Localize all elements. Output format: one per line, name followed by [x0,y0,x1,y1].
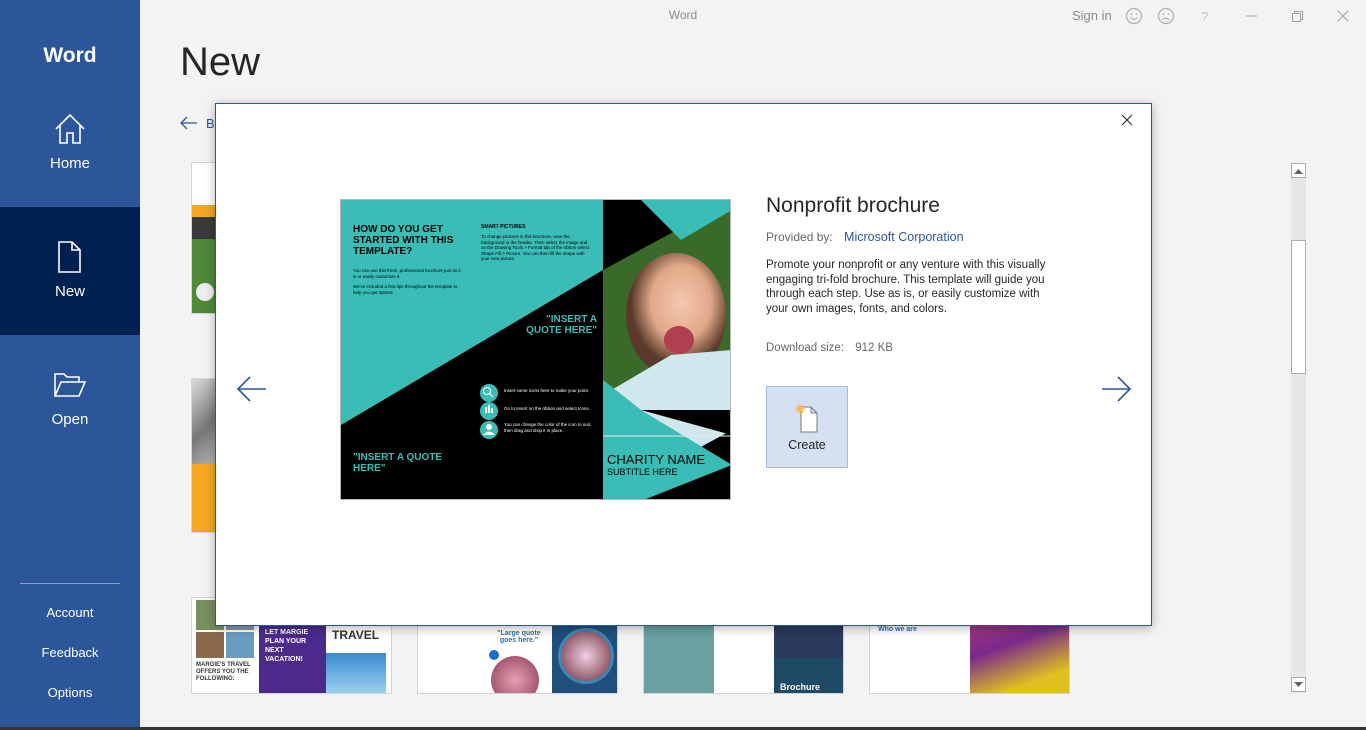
close-dialog-button[interactable] [1119,112,1135,128]
close-window-icon[interactable] [1331,4,1355,28]
preview-tip-1: Insert some icons here to make your poin… [504,388,590,393]
preview-quote-1: "INSERT A QUOTE HERE" [526,314,597,336]
smile-feedback-icon[interactable] [1122,4,1146,28]
word-backstage: Word Sign in ? Word Home New Open Accoun… [0,0,1366,730]
preview-tip-2: Go to Insert on the ribbon and select Ic… [504,406,591,411]
preview-charity-name: CHARITY NAME [607,452,705,467]
minimize-icon[interactable] [1240,4,1264,28]
arrow-right-icon [1102,376,1132,402]
sidebar-item-label: New [54,283,85,300]
folder-open-icon [53,368,87,402]
preview-heading: HOW DO YOU GET STARTED WITH THIS TEMPLAT… [353,224,454,257]
sidebar-item-home[interactable]: Home [0,79,140,207]
provider-link[interactable]: Microsoft Corporation [844,230,964,244]
help-icon[interactable]: ? [1193,4,1217,28]
arrow-left-icon [180,116,197,130]
download-size-label: Download size: [766,342,844,354]
caret-down-icon [1294,681,1303,687]
preview-smart-title: SMART PICTURES [481,224,526,230]
backstage-sidebar: Word Home New Open Account Feedback Opti… [0,0,140,730]
thumbnail-text: "Large quote goes here." [497,630,541,644]
thumbnail-text: TRAVEL [332,628,380,642]
sidebar-options[interactable]: Options [0,685,140,700]
template-preview-dialog: HOW DO YOU GET STARTED WITH THIS TEMPLAT… [215,103,1152,626]
preview-body-1: You can use this fresh, professional bro… [353,268,461,279]
sidebar-feedback[interactable]: Feedback [0,645,140,660]
previous-template-button[interactable] [236,374,268,404]
scroll-down-button[interactable] [1291,677,1306,692]
provided-by: Provided by: Microsoft Corporation [766,230,1066,244]
scroll-up-button[interactable] [1291,163,1306,178]
sidebar-item-open[interactable]: Open [0,335,140,463]
preview-tip-3: You can change the color of the icon to … [504,422,592,433]
app-name: Word [43,44,97,67]
sidebar-account[interactable]: Account [0,605,140,620]
template-preview-image: HOW DO YOU GET STARTED WITH THIS TEMPLAT… [340,199,731,500]
frown-feedback-icon[interactable] [1154,4,1178,28]
close-icon [1121,114,1133,126]
template-info: Nonprofit brochure Provided by: Microsof… [766,194,1066,354]
vertical-scrollbar[interactable] [1291,163,1306,693]
svg-text:?: ? [1201,9,1208,24]
caret-up-icon [1294,168,1303,174]
new-document-icon [53,240,87,274]
home-icon [53,112,87,146]
template-description: Promote your nonprofit or any venture wi… [766,259,1046,315]
arrow-left-icon [236,376,266,402]
preview-quote-2: "INSERT A QUOTE HERE" [353,452,443,474]
download-size-value: 912 KB [855,342,893,354]
template-title: Nonprofit brochure [766,194,940,217]
restore-icon[interactable] [1285,4,1309,28]
thumbnail-text: Brochure [780,682,821,692]
thumbnail-text: MARGIE'S TRAVEL OFFERS YOU THE FOLLOWING… [196,662,251,682]
thumbnail-text: LET MARGIE PLAN YOUR NEXT VACATION! [265,629,309,663]
new-document-icon [793,403,821,433]
preview-subtitle: SUBTITLE HERE [607,467,678,477]
next-template-button[interactable] [1100,374,1132,404]
sidebar-divider [20,583,120,584]
scrollbar-thumb[interactable] [1291,240,1306,374]
page-title: New [180,40,261,84]
preview-smart-body: To change pictures in this brochure, vie… [481,234,590,261]
thumbnail-text: Who we are [878,626,917,633]
download-size: Download size: 912 KB [766,342,1066,354]
sidebar-item-label: Home [49,155,90,172]
preview-body-2: We've included a few tips throughout the… [353,284,458,295]
sidebar-item-new[interactable]: New [0,207,140,335]
provided-by-label: Provided by: [766,230,833,244]
create-label: Create [788,438,826,452]
create-button[interactable]: Create [766,386,848,468]
sign-in-link[interactable]: Sign in [1072,8,1112,23]
sidebar-item-label: Open [51,411,89,428]
